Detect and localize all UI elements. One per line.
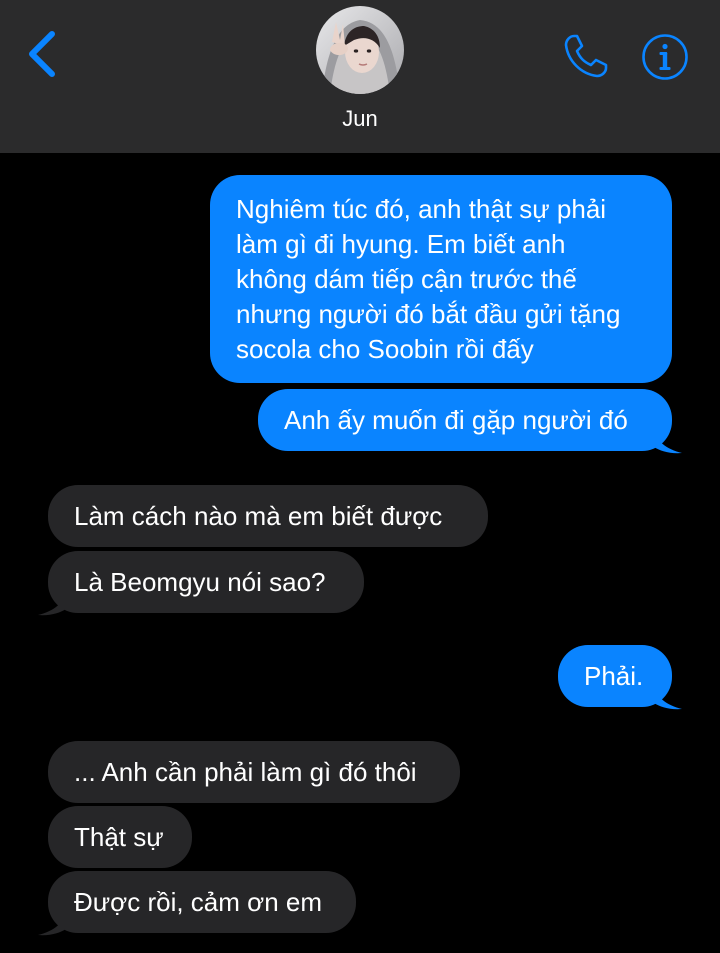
sent-bubble-tail [654,685,682,710]
chevron-left-icon [29,31,55,77]
received-message[interactable]: ... Anh cần phải làm gì đó thôi [48,741,460,803]
sent-bubble-tail [654,429,682,454]
received-message[interactable]: Thật sự [48,806,192,868]
info-button[interactable] [641,33,689,81]
sent-message[interactable]: Anh ấy muốn đi gặp người đó [258,389,672,451]
call-button[interactable] [560,30,612,82]
received-bubble-tail [38,911,66,936]
back-button[interactable] [22,28,66,80]
message-thread[interactable]: Nghiêm túc đó, anh thật sự phải làm gì đ… [0,153,720,953]
contact-name[interactable]: Jun [0,106,720,132]
received-message[interactable]: Làm cách nào mà em biết được [48,485,488,547]
received-message[interactable]: Là Beomgyu nói sao? [48,551,364,613]
avatar-photo [316,6,404,94]
sent-message[interactable]: Nghiêm túc đó, anh thật sự phải làm gì đ… [210,175,672,383]
received-bubble-tail [38,591,66,616]
phone-icon [564,34,608,78]
messages-screen: Jun Nghiêm túc đó, anh thật sự phải làm … [0,0,720,953]
conversation-header: Jun [0,0,720,153]
received-message[interactable]: Được rồi, cảm ơn em [48,871,356,933]
contact-avatar[interactable] [316,6,404,94]
info-icon [642,34,688,80]
